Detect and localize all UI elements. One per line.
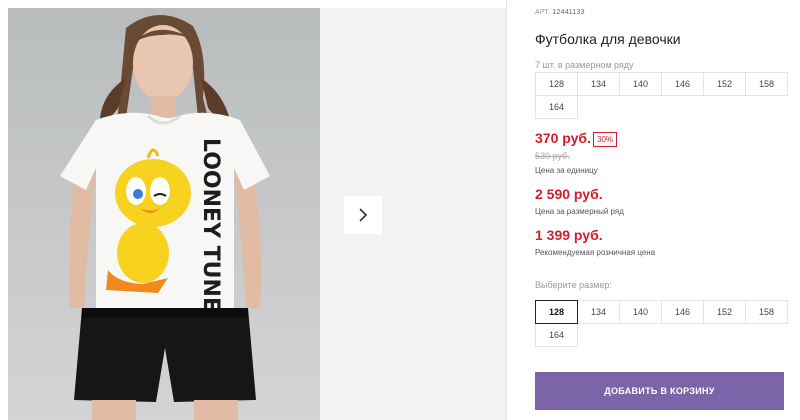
pack-size-cell: 164: [535, 95, 578, 119]
pack-size-cell: 158: [745, 72, 788, 96]
shirt-print-text: LOONEY TUNES: [198, 138, 223, 328]
size-option-158[interactable]: 158: [745, 300, 788, 324]
gallery-next-button[interactable]: [344, 196, 382, 234]
pack-price: 2 590 руб.: [535, 186, 603, 202]
retail-price: 1 399 руб.: [535, 227, 603, 243]
add-to-cart-button[interactable]: ДОБАВИТЬ В КОРЗИНУ: [535, 372, 784, 410]
product-photo-illustration: LOONEY TUNES: [8, 8, 320, 420]
pack-size-cell: 128: [535, 72, 578, 96]
article-value: 12441133: [552, 9, 585, 16]
article-label: АРТ.: [535, 9, 551, 16]
pack-size-cell: 152: [703, 72, 746, 96]
chevron-right-icon: [359, 208, 368, 222]
unit-price: 370 руб.: [535, 130, 591, 146]
pack-size-grid: 128 134 140 146 152 158 164: [535, 72, 788, 119]
size-picker: 128 134 140 146 152 158 164: [535, 300, 788, 347]
unit-price-label: Цена за единицу: [535, 166, 598, 175]
size-option-140[interactable]: 140: [619, 300, 662, 324]
pack-size-cell: 146: [661, 72, 704, 96]
discount-badge: 30%: [593, 132, 618, 147]
pack-size-note: 7 шт. в размерном ряду: [535, 60, 634, 70]
pack-price-label: Цена за размерный ряд: [535, 207, 624, 216]
pack-size-cell: 134: [577, 72, 620, 96]
product-gallery: LOONEY TUNES: [0, 0, 510, 420]
size-option-134[interactable]: 134: [577, 300, 620, 324]
size-option-128[interactable]: 128: [535, 300, 578, 324]
article-number: АРТ. 12441133: [535, 9, 585, 16]
product-title: Футболка для девочки: [535, 31, 681, 47]
pack-size-cell: 140: [619, 72, 662, 96]
size-option-146[interactable]: 146: [661, 300, 704, 324]
old-price: 530 руб.: [535, 151, 570, 161]
product-photo[interactable]: LOONEY TUNES: [8, 8, 320, 420]
size-option-164[interactable]: 164: [535, 323, 578, 347]
size-option-152[interactable]: 152: [703, 300, 746, 324]
panel-divider: [506, 0, 507, 420]
retail-price-label: Рекомендуемая розничная цена: [535, 248, 656, 257]
size-picker-label: Выберите размер:: [535, 280, 612, 290]
